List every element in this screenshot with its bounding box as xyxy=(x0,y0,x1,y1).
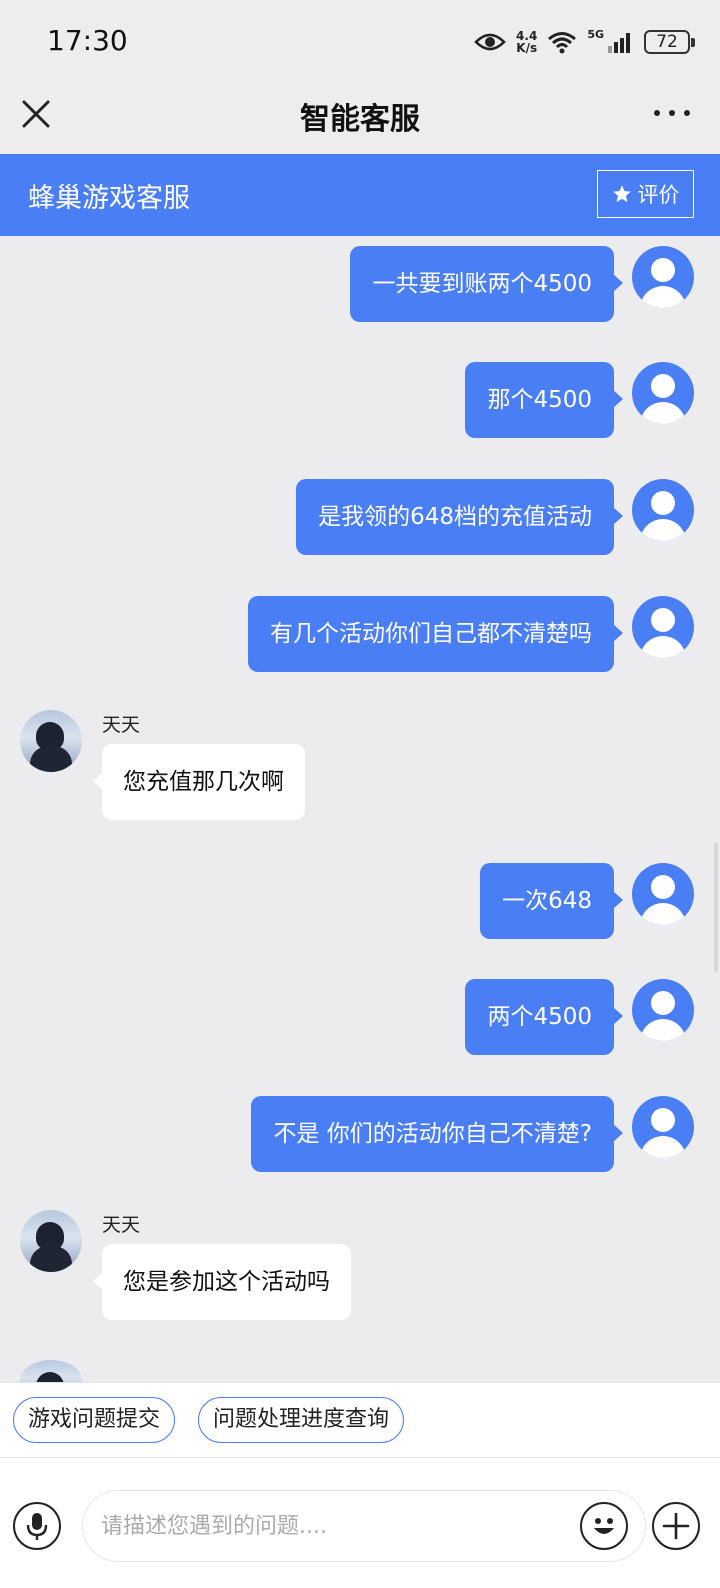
emoji-icon xyxy=(594,1518,614,1534)
service-title: 蜂巢游戏客服 xyxy=(28,183,190,214)
emoji-button[interactable] xyxy=(580,1502,628,1550)
user-avatar[interactable] xyxy=(632,362,694,424)
rate-label: 评价 xyxy=(637,183,680,207)
input-bar xyxy=(0,1458,720,1588)
message-self: 有几个活动你们自己都不清楚吗 xyxy=(0,586,720,672)
more-menu-icon[interactable] xyxy=(654,100,690,126)
service-bar: 蜂巢游戏客服 评价 xyxy=(0,154,720,236)
agent-avatar[interactable] xyxy=(20,1360,82,1382)
message-bubble[interactable]: 那个4500 xyxy=(465,362,623,438)
plus-icon xyxy=(662,1512,690,1540)
network-speed: 4.4 K/s xyxy=(516,30,537,54)
message-self: 一次648 xyxy=(0,853,720,939)
message-input[interactable] xyxy=(82,1490,646,1562)
message-bubble[interactable]: 一共要到账两个4500 xyxy=(350,246,623,322)
voice-button[interactable] xyxy=(13,1502,61,1550)
signal-icon xyxy=(608,33,630,53)
message-other: 天天 您是参加这个活动吗 xyxy=(0,1202,720,1332)
star-icon xyxy=(612,185,631,203)
agent-avatar[interactable] xyxy=(20,1210,82,1272)
message-other: 天天 您充值那几次啊 xyxy=(0,702,720,832)
user-avatar[interactable] xyxy=(632,863,694,925)
message-bubble[interactable]: 不是 你们的活动你自己不清楚? xyxy=(251,1096,623,1172)
rate-button[interactable]: 评价 xyxy=(597,170,694,218)
status-bar: 17:30 4.4 K/s 5G 72 xyxy=(0,0,720,80)
agent-name: 天天 xyxy=(102,1214,141,1236)
message-self: 是我领的648档的充值活动 xyxy=(0,469,720,555)
microphone-icon xyxy=(26,1513,48,1540)
agent-name: 天天 xyxy=(102,714,141,736)
network-type: 5G xyxy=(587,27,604,41)
message-self: 不是 你们的活动你自己不清楚? xyxy=(0,1086,720,1172)
message-bubble[interactable]: 您充值那几次啊 xyxy=(93,744,305,820)
chat-messages[interactable]: 一共要到账两个4500 那个4500 是我领的648档的充值活动 有几个活动你们… xyxy=(0,236,720,1382)
user-avatar[interactable] xyxy=(632,246,694,308)
message-bubble[interactable]: 两个4500 xyxy=(465,979,623,1055)
speed-unit: K/s xyxy=(516,41,538,55)
eye-icon xyxy=(474,33,506,51)
page-title: 智能客服 xyxy=(300,102,420,137)
message-bubble[interactable]: 是我领的648档的充值活动 xyxy=(296,479,623,555)
user-avatar[interactable] xyxy=(632,979,694,1041)
message-self: 两个4500 xyxy=(0,969,720,1055)
add-button[interactable] xyxy=(652,1502,700,1550)
message-bubble[interactable]: 您是参加这个活动吗 xyxy=(93,1244,351,1320)
message-self: 一共要到账两个4500 xyxy=(0,236,720,322)
user-avatar[interactable] xyxy=(632,1096,694,1158)
message-bubble[interactable]: 有几个活动你们自己都不清楚吗 xyxy=(248,596,623,672)
message-bubble[interactable]: 一次648 xyxy=(480,863,623,939)
status-icons: 4.4 K/s 5G 72 xyxy=(474,22,695,62)
wifi-icon xyxy=(548,32,577,54)
user-avatar[interactable] xyxy=(632,596,694,658)
status-time: 17:30 xyxy=(47,24,128,57)
agent-avatar[interactable] xyxy=(20,710,82,772)
quick-reply-chip[interactable]: 游戏问题提交 xyxy=(13,1397,176,1443)
user-avatar[interactable] xyxy=(632,479,694,541)
nav-header: 智能客服 xyxy=(0,80,720,154)
battery-level: 72 xyxy=(656,32,678,52)
quick-reply-chip[interactable]: 问题处理进度查询 xyxy=(198,1397,405,1443)
message-self: 那个4500 xyxy=(0,352,720,438)
scrollbar[interactable] xyxy=(714,842,718,972)
battery-indicator: 72 xyxy=(644,30,695,54)
quick-reply-bar: 游戏问题提交 问题处理进度查询 xyxy=(0,1382,720,1458)
